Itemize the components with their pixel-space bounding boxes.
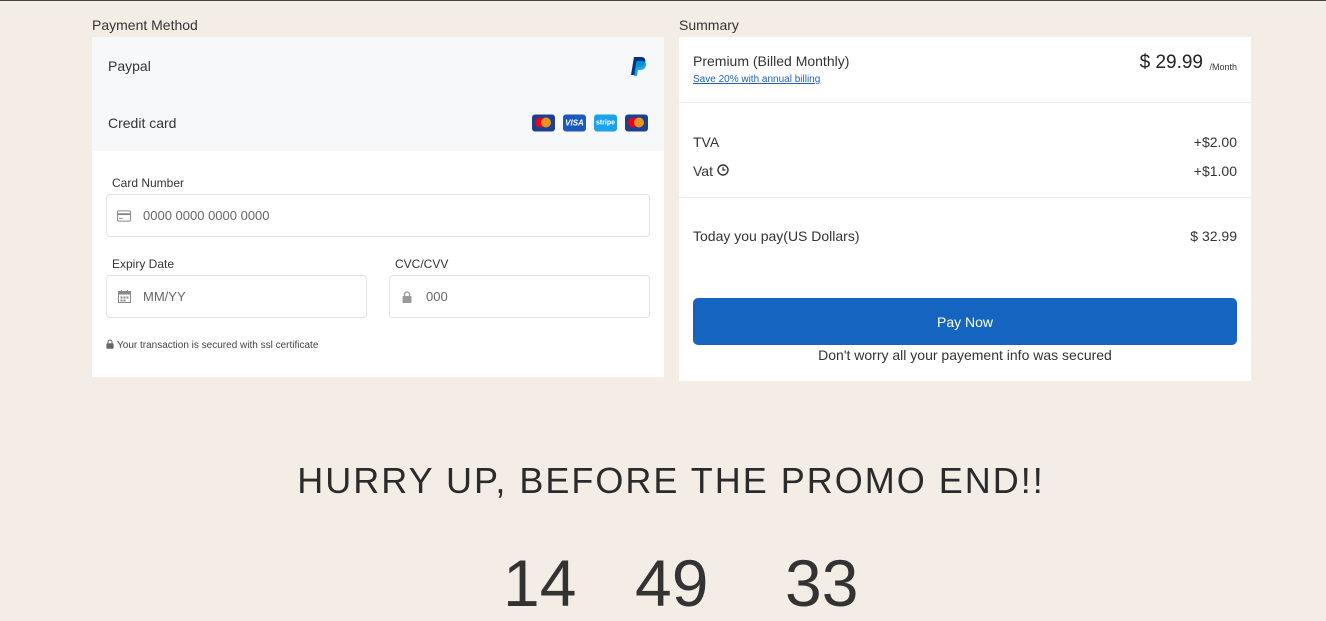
paypal-label: Paypal [108, 57, 151, 74]
payment-method-heading: Payment Method [92, 17, 198, 33]
secured-message: Don't worry all your payement info was s… [818, 347, 1112, 363]
paypal-icon [626, 55, 648, 77]
total-value: $ 32.99 [1190, 228, 1237, 244]
payment-method-panel: Paypal Credit card VISA stripe Card Numb… [92, 37, 664, 377]
cvc-label: CVC/CVV [395, 257, 449, 271]
card-number-field[interactable] [106, 194, 650, 237]
credit-card-label: Credit card [108, 114, 177, 131]
mastercard-icon [625, 114, 648, 131]
calendar-icon [117, 290, 131, 304]
cvc-field[interactable] [389, 275, 650, 318]
tva-value: +$2.00 [1193, 134, 1237, 150]
stripe-icon: stripe [594, 114, 617, 131]
countdown-minutes: 49 [635, 546, 709, 620]
card-number-input[interactable] [141, 207, 579, 224]
visa-icon: VISA [563, 114, 586, 131]
vat-row-label: Vat [693, 163, 729, 179]
summary-heading: Summary [679, 17, 739, 33]
secure-note-text: Your transaction is secured with ssl cer… [117, 340, 319, 351]
vat-label: Vat [693, 163, 713, 179]
lock-icon [106, 339, 114, 352]
plan-name: Premium (Billed Monthly) [693, 53, 850, 69]
plan-price: $ 29.99 [1139, 52, 1203, 73]
expiry-date-input[interactable] [141, 288, 353, 305]
credit-card-icon [117, 209, 131, 223]
clock-icon[interactable] [717, 163, 729, 179]
annual-billing-link[interactable]: Save 20% with annual billing [693, 74, 820, 85]
lock-icon [400, 290, 414, 304]
paypal-option[interactable]: Paypal [92, 37, 664, 94]
mastercard-icon [532, 114, 555, 131]
summary-panel: Premium (Billed Monthly) Save 20% with a… [679, 37, 1251, 381]
divider [679, 102, 1251, 103]
card-number-label: Card Number [112, 176, 185, 190]
cvc-input[interactable] [424, 288, 636, 305]
expiry-date-field[interactable] [106, 275, 367, 318]
secure-note: Your transaction is secured with ssl cer… [106, 339, 318, 352]
price-period: /Month [1209, 62, 1237, 72]
pay-now-button[interactable]: Pay Now [693, 298, 1237, 345]
vat-value: +$1.00 [1193, 163, 1237, 179]
expiry-date-label: Expiry Date [112, 257, 175, 271]
countdown-seconds: 33 [785, 546, 859, 620]
total-label: Today you pay(US Dollars) [693, 228, 860, 244]
credit-card-option[interactable]: Credit card VISA stripe [92, 94, 664, 151]
promo-title: HURRY UP, BEFORE THE PROMO END!! [297, 460, 1045, 501]
countdown-hours: 14 [503, 546, 577, 620]
top-border [0, 0, 1326, 1]
divider [679, 197, 1251, 198]
tva-label: TVA [693, 134, 720, 150]
